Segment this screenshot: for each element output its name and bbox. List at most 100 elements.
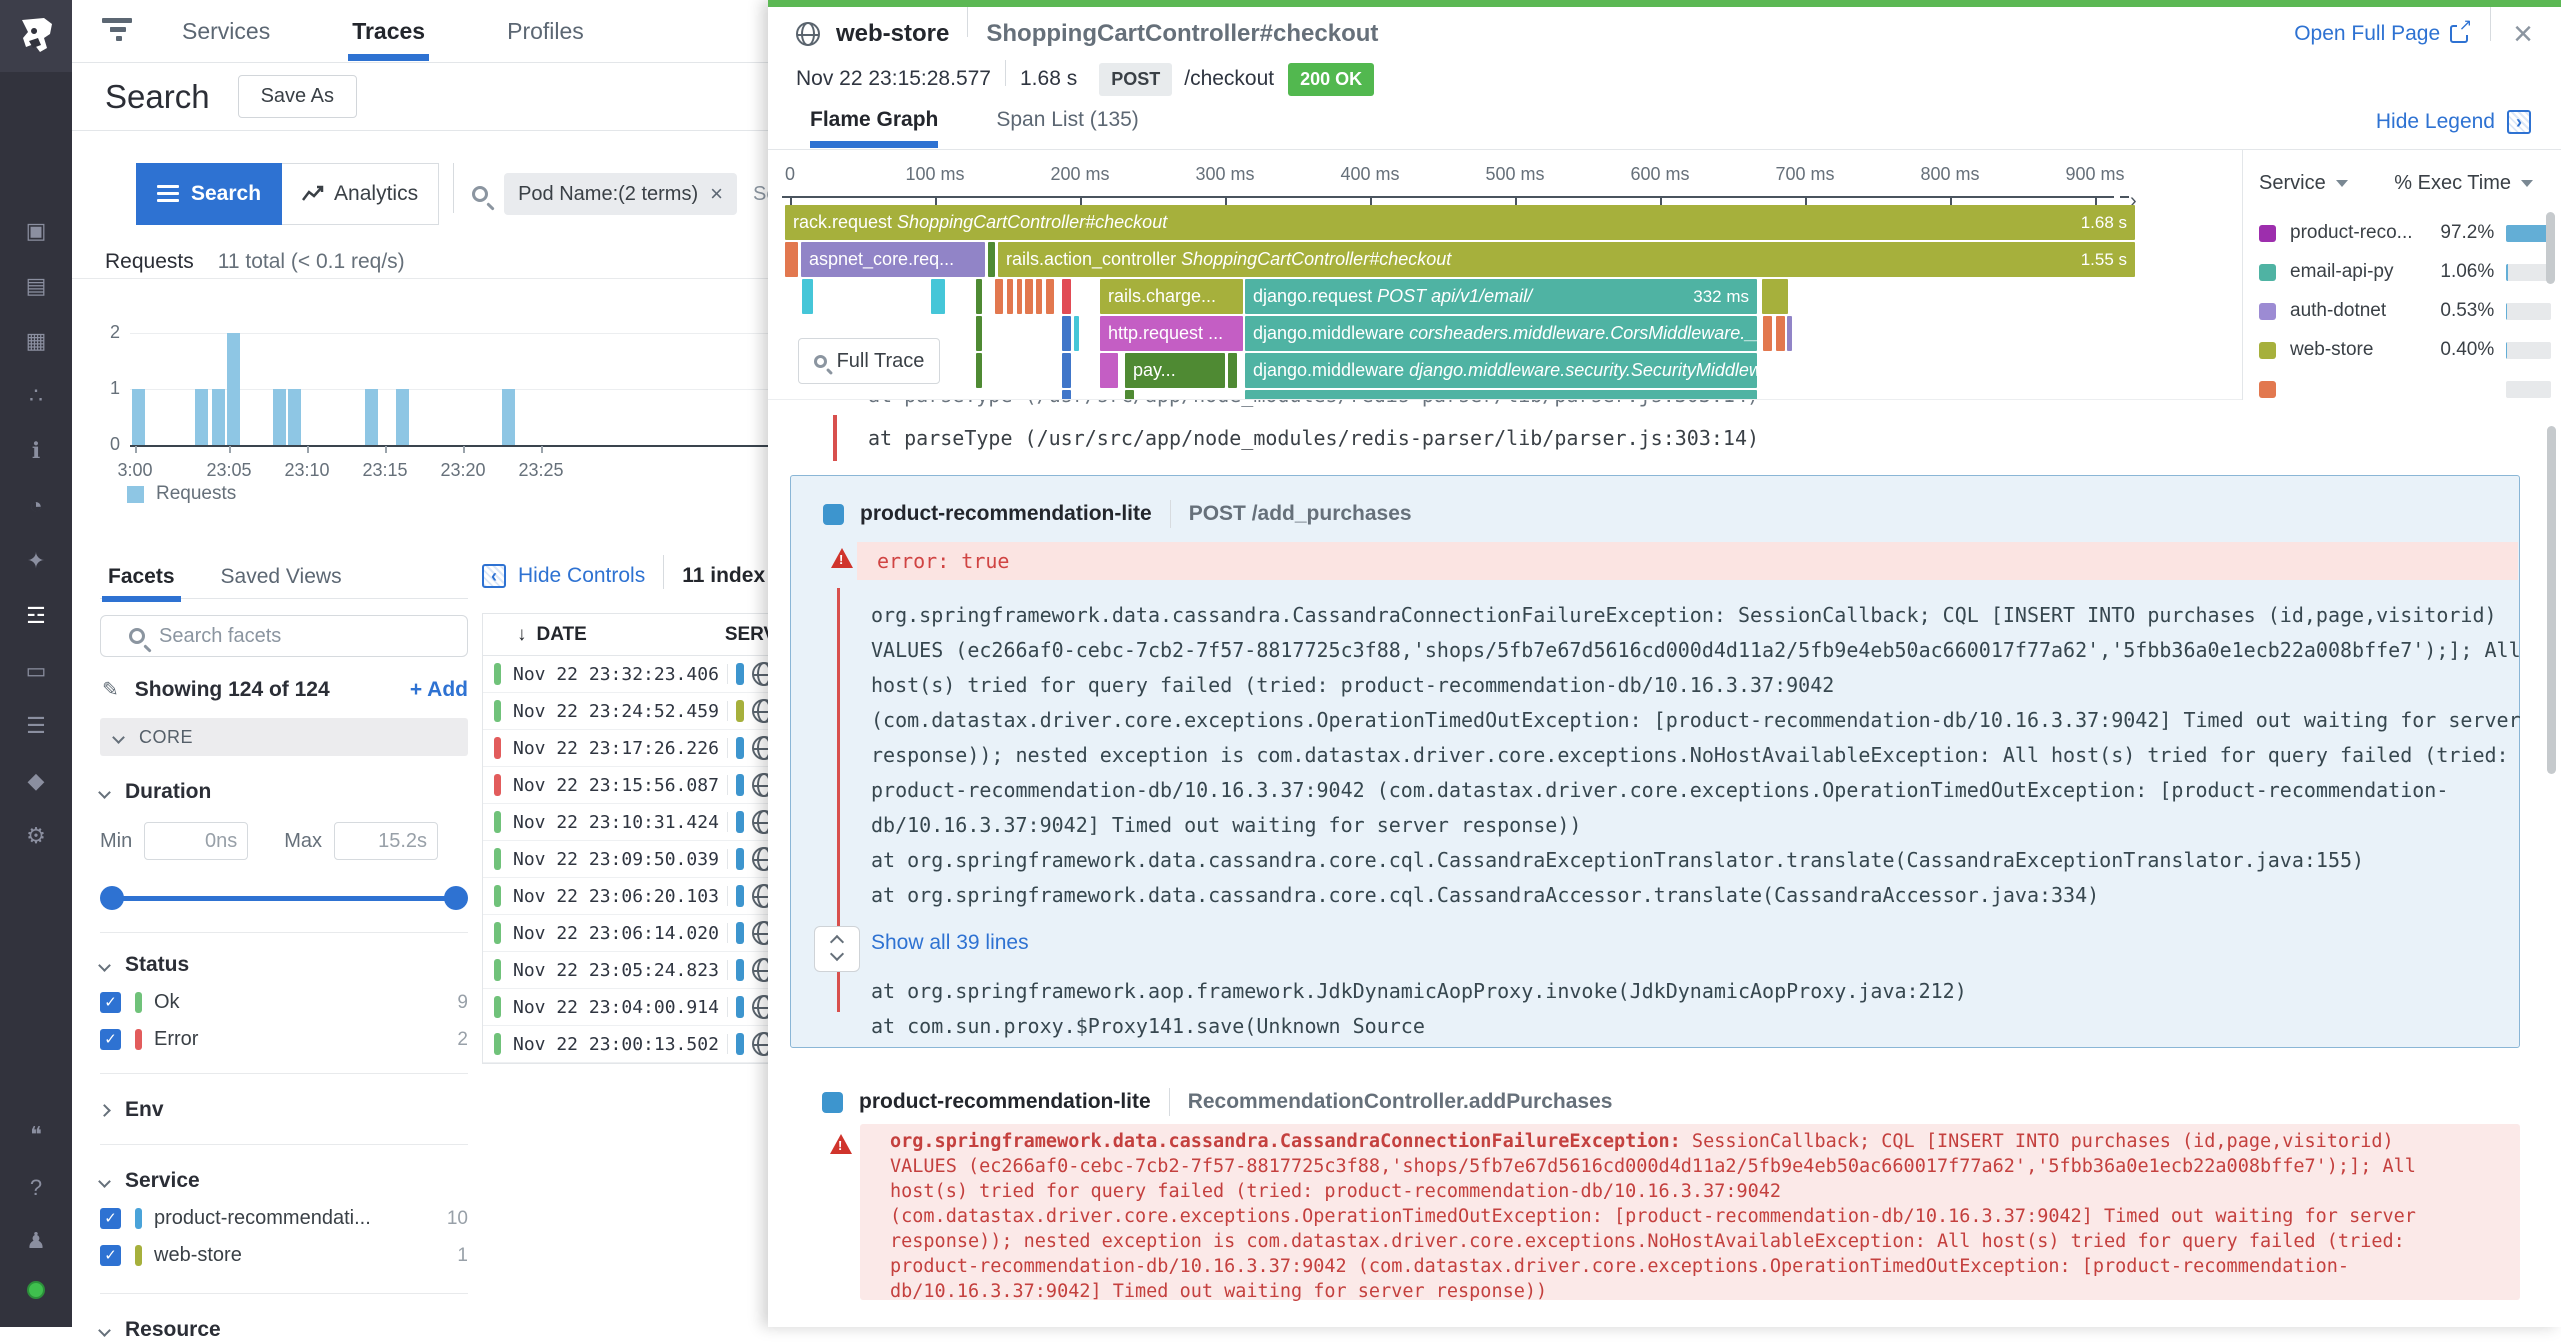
checkbox-checked-icon[interactable]: ✓ [100,1029,121,1050]
add-facet-button[interactable]: + Add [410,678,468,702]
search-mode-button[interactable]: Search [136,163,282,225]
legend-scrollbar[interactable] [2546,212,2555,284]
facet-tab-facets[interactable]: Facets [108,565,175,589]
flame-span[interactable] [1245,390,1757,400]
legend-service-column[interactable]: Service [2259,172,2348,195]
monitors-icon[interactable]: ◔ [23,493,49,519]
flame-span[interactable]: django.middleware django.middleware.secu… [1245,353,1757,388]
show-all-lines-link[interactable]: Show all 39 lines [871,931,1029,955]
flame-span[interactable] [1007,279,1013,314]
flame-span[interactable] [802,279,813,314]
users-icon[interactable]: ♟ [23,1228,49,1254]
legend-row[interactable]: web-store0.40% [2259,333,2551,367]
table-row[interactable]: Nov 22 23:06:14.020 [483,915,768,952]
flame-span[interactable] [1100,353,1118,388]
flame-span[interactable] [785,242,798,277]
apm-icon[interactable]: ☲ [23,603,49,629]
nav-item-traces[interactable]: Traces [352,18,425,45]
facet-group-resource[interactable]: Resource [100,1318,468,1342]
table-row[interactable]: Nov 22 23:09:50.039 [483,841,768,878]
table-row[interactable]: Nov 22 23:32:23.406 [483,656,768,693]
flame-span[interactable] [1125,390,1134,400]
flame-span[interactable] [1036,279,1042,314]
logs-icon[interactable]: ☰ [23,713,49,739]
flame-span[interactable]: pay... [1125,353,1225,388]
facet-tab-saved-views[interactable]: Saved Views [221,565,342,589]
flame-span[interactable]: rack.request ShoppingCartController#chec… [785,205,2135,240]
flame-span[interactable] [1062,279,1071,314]
legend-row[interactable]: auth-dotnet0.53% [2259,294,2551,328]
table-row[interactable]: Nov 22 23:04:00.914 [483,989,768,1026]
flame-span[interactable]: django.middleware corsheaders.middleware… [1245,316,1757,351]
col-date[interactable]: DATE [537,624,587,646]
notebooks-icon[interactable]: ▭ [23,658,49,684]
datadog-logo[interactable] [0,0,72,72]
tab-flame-graph[interactable]: Flame Graph [810,108,938,148]
facet-item[interactable]: ✓Error2 [100,1028,468,1051]
flame-span[interactable] [988,242,995,277]
expand-stack-button[interactable] [814,926,860,972]
checkbox-checked-icon[interactable]: ✓ [100,1245,121,1266]
settings-icon[interactable]: ⚙ [23,823,49,849]
nav-item-services[interactable]: Services [182,18,270,45]
save-as-button[interactable]: Save As [238,75,357,118]
pencil-icon[interactable]: ✎ [102,677,119,702]
facet-item[interactable]: ✓Ok9 [100,991,468,1014]
sort-icon[interactable]: ↓ [517,624,527,646]
flame-span[interactable] [1017,279,1022,314]
facet-search-input[interactable]: Search facets [100,615,468,657]
flame-span[interactable] [1776,316,1785,351]
flame-span[interactable] [976,316,982,351]
flame-span[interactable] [976,353,982,388]
flame-span[interactable] [1074,316,1079,351]
flame-span[interactable]: rails.charge... [1100,279,1243,314]
flame-span[interactable] [1062,316,1071,351]
table-row[interactable]: Nov 22 23:10:31.424 [483,804,768,841]
nav-item-profiles[interactable]: Profiles [507,18,584,45]
table-row[interactable]: Nov 22 23:24:52.459 [483,693,768,730]
duration-min-input[interactable]: 0ns [144,822,248,860]
duration-max-input[interactable]: 15.2s [334,822,438,860]
table-row[interactable]: Nov 22 23:05:24.823 [483,952,768,989]
col-service[interactable]: SERVICE [725,624,768,646]
full-trace-button[interactable]: Full Trace [798,338,940,384]
table-row[interactable]: Nov 22 23:06:20.103 [483,878,768,915]
tab-span-list-135-[interactable]: Span List (135) [996,108,1138,148]
flame-span[interactable] [1762,279,1788,314]
flame-span[interactable] [931,279,945,314]
flame-span[interactable] [1787,316,1792,351]
integrations-icon[interactable]: ✦ [23,548,49,574]
legend-row[interactable] [2259,372,2551,400]
apm-tree-icon[interactable] [102,18,136,44]
flame-span[interactable]: http.request ... [1100,316,1243,351]
legend-exec-column[interactable]: % Exec Time [2394,172,2533,195]
infrastructure-icon[interactable]: ▣ [23,218,49,244]
open-full-page-link[interactable]: Open Full Page [2294,22,2468,46]
info-icon[interactable]: ℹ [23,438,49,464]
panel-scrollbar[interactable] [2547,426,2556,774]
facet-item[interactable]: ✓product-recommendati...10 [100,1207,468,1230]
flame-span[interactable]: django.request POST api/v1/email/332 ms [1245,279,1757,314]
slider-handle-min[interactable] [100,886,124,910]
slider-handle-max[interactable] [444,886,468,910]
legend-row[interactable]: product-reco...97.2% [2259,216,2551,250]
close-icon[interactable]: × [2513,19,2533,49]
legend-row[interactable]: email-api-py1.06% [2259,255,2551,289]
flame-span[interactable]: rails.action_controller ShoppingCartCont… [998,242,2135,277]
chat-icon[interactable]: ❝ [23,1122,49,1148]
facet-group-core[interactable]: CORE [100,718,468,756]
checkbox-checked-icon[interactable]: ✓ [100,992,121,1013]
facet-group-env[interactable]: Env [100,1098,468,1122]
analytics-mode-button[interactable]: Analytics [282,163,439,225]
security-icon[interactable]: ◆ [23,768,49,794]
flame-span[interactable] [1046,279,1054,314]
facet-item[interactable]: ✓web-store1 [100,1244,468,1267]
flame-span[interactable]: aspnet_core.req... [801,242,985,277]
flame-span[interactable] [1763,316,1772,351]
checkbox-checked-icon[interactable]: ✓ [100,1208,121,1229]
flame-span[interactable] [995,279,1003,314]
table-row[interactable]: Nov 22 23:17:26.226 [483,730,768,767]
metrics-icon[interactable]: ▦ [23,328,49,354]
facet-group-service[interactable]: Service [100,1169,468,1193]
facet-group-duration[interactable]: Duration [100,780,468,804]
